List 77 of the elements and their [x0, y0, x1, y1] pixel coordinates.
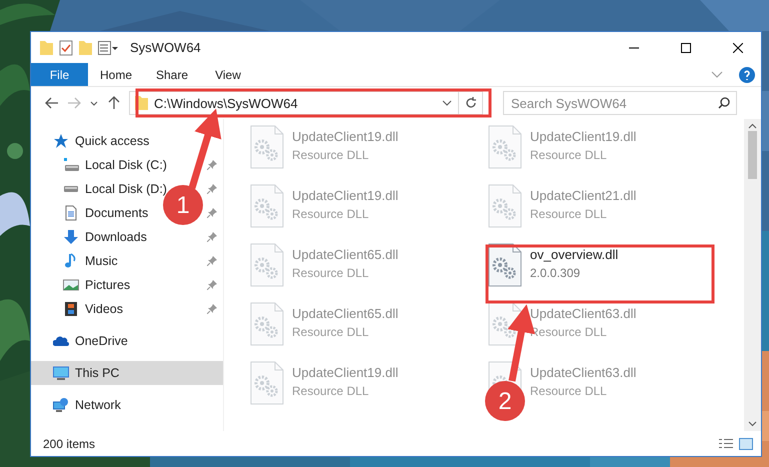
nav-item[interactable]: Network: [75, 398, 121, 412]
file-detail: 2.0.0.309: [530, 266, 582, 280]
file-name: UpdateClient63.dll: [530, 365, 636, 380]
file-name: ov_overview.dll: [530, 247, 618, 262]
refresh-icon: [464, 97, 476, 109]
up-arrow-icon: [108, 96, 120, 110]
search-field[interactable]: Search SysWOW64: [503, 91, 737, 115]
details-view-icon[interactable]: [719, 438, 733, 449]
window-title: SysWOW64: [130, 40, 202, 55]
step-badge: 2: [485, 381, 525, 421]
nav-item[interactable]: Documents: [85, 206, 148, 220]
file-detail: Resource DLL: [292, 148, 370, 162]
chevron-down-icon[interactable]: [442, 100, 452, 106]
settings-file-icon: [250, 243, 284, 287]
star-icon: [53, 133, 69, 149]
settings-file-icon: [488, 125, 522, 169]
file-name: UpdateClient63.dll: [530, 306, 636, 321]
nav-item[interactable]: This PC: [75, 366, 120, 380]
address-field[interactable]: C:\Windows\SysWOW64: [129, 91, 459, 115]
settings-file-icon: [488, 302, 522, 346]
file-detail: Resource DLL: [292, 384, 370, 398]
file-name: UpdateClient19.dll: [292, 365, 398, 380]
download-icon: [63, 229, 79, 245]
customize-toolbar-icon[interactable]: [98, 40, 120, 54]
item-count: 200 items: [43, 436, 96, 450]
file-name: UpdateClient19.dll: [292, 188, 398, 203]
nav-item[interactable]: Pictures: [85, 278, 130, 292]
scrollbar[interactable]: [744, 119, 761, 431]
file-detail: Resource DLL: [530, 384, 608, 398]
ribbon-tab[interactable]: View: [200, 63, 256, 86]
settings-file-icon: [488, 184, 522, 228]
file-name: UpdateClient21.dll: [530, 188, 636, 203]
nav-item[interactable]: OneDrive: [75, 334, 128, 348]
chevron-down-icon: [90, 100, 98, 106]
film-icon: [63, 301, 79, 317]
network-icon: [53, 397, 69, 413]
large-icons-view-icon[interactable]: [739, 438, 753, 450]
drive-icon: [63, 186, 79, 192]
search-icon[interactable]: [718, 97, 730, 109]
refresh-button[interactable]: [459, 91, 483, 115]
forward-arrow-icon: [67, 97, 81, 109]
nav-item[interactable]: Quick access: [75, 134, 150, 148]
settings-file-icon: [250, 361, 284, 405]
properties-icon[interactable]: [59, 40, 73, 56]
settings-file-icon: [250, 302, 284, 346]
file-detail: Resource DLL: [530, 148, 608, 162]
file-detail: Resource DLL: [292, 207, 370, 221]
nav-item[interactable]: Music: [85, 254, 118, 268]
settings-file-icon: [250, 184, 284, 228]
scroll-thumb[interactable]: [748, 131, 757, 179]
monitor-icon: [53, 365, 69, 381]
file-name: UpdateClient65.dll: [292, 247, 398, 262]
document-icon: [63, 205, 79, 221]
maximize-icon: [681, 42, 691, 52]
ribbon-tab[interactable]: Home: [88, 63, 144, 86]
settings-file-icon: [250, 125, 284, 169]
drive-icon: [63, 157, 79, 173]
nav-item[interactable]: Local Disk (C:): [85, 158, 167, 172]
file-menu-button[interactable]: File: [31, 63, 88, 86]
nav-item[interactable]: Videos: [85, 302, 123, 316]
file-name: UpdateClient65.dll: [292, 306, 398, 321]
scroll-up-icon[interactable]: [748, 123, 757, 129]
back-arrow-icon: [45, 97, 59, 109]
file-name: UpdateClient19.dll: [530, 129, 636, 144]
close-icon: [733, 42, 743, 52]
nav-item[interactable]: Local Disk (D:): [85, 182, 167, 196]
file-detail: Resource DLL: [292, 325, 370, 339]
ribbon-tab[interactable]: Share: [144, 63, 200, 86]
file-detail: Resource DLL: [292, 266, 370, 280]
pictures-icon: [63, 277, 79, 293]
file-name: UpdateClient19.dll: [292, 129, 398, 144]
minimize-icon: [629, 46, 639, 48]
help-icon[interactable]: [739, 66, 755, 82]
settings-file-icon: [488, 243, 522, 287]
file-detail: Resource DLL: [530, 207, 608, 221]
nav-item[interactable]: Downloads: [85, 230, 147, 244]
scroll-down-icon[interactable]: [748, 421, 757, 427]
